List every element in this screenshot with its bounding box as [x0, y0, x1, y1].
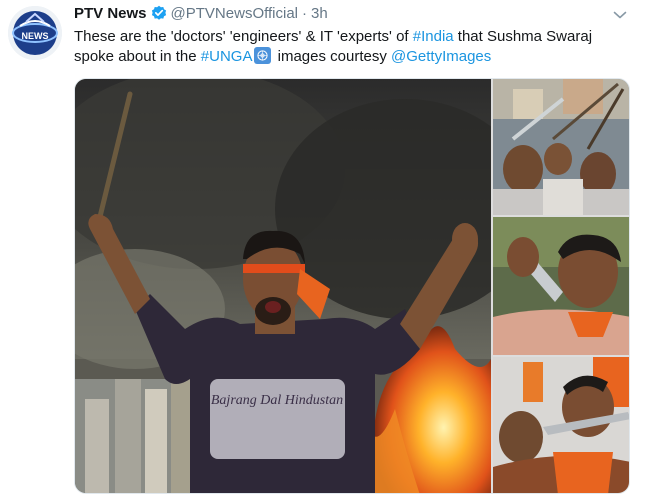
media-photo-main[interactable]: Bajrang Dal Hindustan	[75, 79, 491, 493]
media-grid: Bajrang Dal Hindustan	[74, 78, 630, 494]
avatar[interactable]: NEWS	[8, 6, 62, 60]
mention-gettyimages[interactable]: @GettyImages	[391, 48, 491, 65]
media-photo-3[interactable]	[493, 217, 629, 355]
media-photo-4[interactable]	[493, 357, 629, 493]
account-handle[interactable]: @PTVNewsOfficial	[171, 5, 298, 22]
tweet-text: These are the 'doctors' 'engineers' & IT…	[74, 27, 634, 67]
separator-dot: ·	[302, 4, 308, 22]
account-name[interactable]: PTV News	[74, 5, 147, 22]
man-sword-photo	[493, 357, 629, 493]
verified-badge-icon	[151, 5, 167, 21]
chevron-down-icon[interactable]	[613, 7, 627, 19]
man-knife-photo	[493, 217, 629, 355]
media-photo-2[interactable]	[493, 79, 629, 215]
tweet-text-part1: These are the 'doctors' 'engineers' & IT…	[74, 28, 413, 45]
tweet-text-part3: images courtesy	[273, 48, 391, 65]
tweet-header: PTV News @PTVNewsOfficial · 3h	[74, 4, 328, 22]
tweet[interactable]: NEWS PTV News @PTVNewsOfficial · 3h Thes…	[0, 0, 665, 501]
rioter-fire-photo: Bajrang Dal Hindustan	[75, 79, 491, 493]
shirt-text: Bajrang Dal Hindustan	[211, 393, 343, 408]
hashtag-unga[interactable]: #UNGA	[201, 48, 253, 65]
un-flag-icon	[254, 47, 272, 64]
tweet-timestamp[interactable]: 3h	[311, 5, 328, 22]
hashtag-india[interactable]: #India	[413, 28, 454, 45]
ptv-logo-icon: NEWS	[8, 6, 62, 60]
crowd-weapons-photo	[493, 79, 629, 215]
avatar-text: NEWS	[22, 31, 49, 41]
